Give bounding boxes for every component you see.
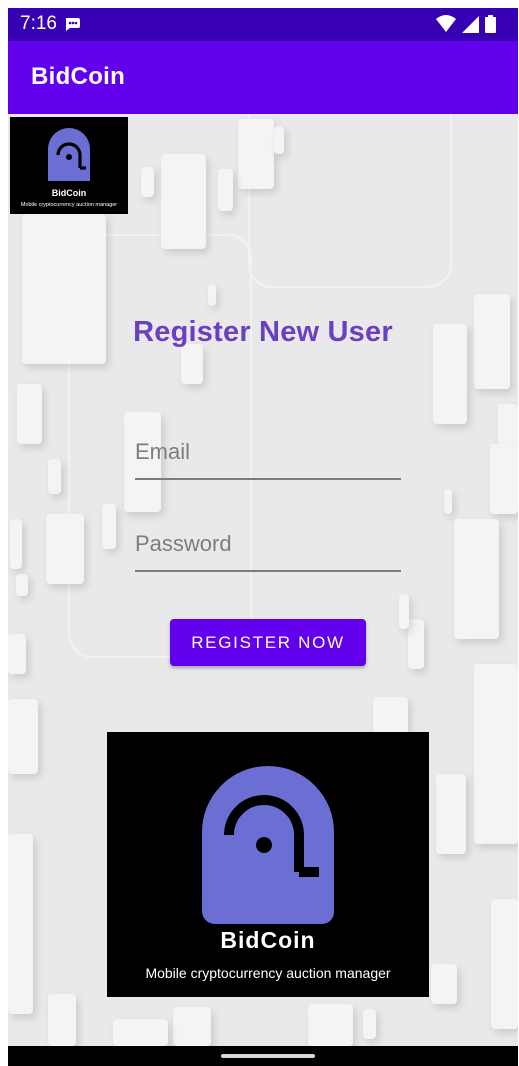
register-screen: BidCoin Mobile cryptocurrency auction ma… bbox=[8, 114, 518, 1046]
navigation-bar bbox=[8, 1046, 518, 1066]
footer-logo-tagline: Mobile cryptocurrency auction manager bbox=[145, 965, 391, 981]
header-logo-tagline: Mobile cryptocurrency auction manager bbox=[20, 202, 118, 208]
password-field[interactable] bbox=[135, 524, 401, 572]
register-now-button[interactable]: REGISTER NOW bbox=[170, 619, 366, 666]
email-field[interactable] bbox=[135, 432, 401, 480]
page-title: Register New User bbox=[133, 316, 393, 348]
footer-logo: BidCoin Mobile cryptocurrency auction ma… bbox=[107, 732, 429, 997]
cellular-signal-icon bbox=[462, 15, 479, 38]
bidcoin-logo-mark-icon bbox=[202, 766, 334, 924]
status-time: 7:16 bbox=[20, 13, 57, 34]
app-title: BidCoin bbox=[31, 63, 126, 90]
footer-logo-name: BidCoin bbox=[220, 927, 316, 953]
message-notification-icon bbox=[64, 16, 82, 37]
header-logo: BidCoin Mobile cryptocurrency auction ma… bbox=[10, 117, 128, 214]
home-gesture-handle[interactable] bbox=[221, 1054, 315, 1058]
phone-screen: 7:16 BidCoin BidCoin Mobile cryptocurren… bbox=[8, 8, 518, 1066]
bidcoin-logo-mark-icon bbox=[48, 128, 90, 181]
status-bar: 7:16 bbox=[8, 8, 518, 41]
battery-icon bbox=[485, 15, 496, 38]
header-logo-name: BidCoin bbox=[51, 188, 87, 198]
app-bar: BidCoin bbox=[8, 41, 518, 114]
wifi-icon bbox=[436, 15, 456, 38]
